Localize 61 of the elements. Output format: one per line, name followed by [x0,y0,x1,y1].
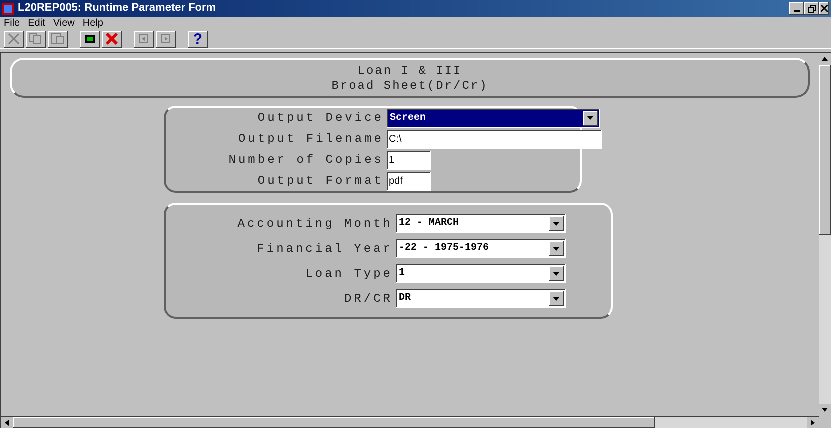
dropdown-button[interactable] [549,266,564,281]
report-title: Loan I & III [358,64,462,76]
dropdown-field[interactable]: Screen [387,108,600,128]
field-value: 1 [398,267,406,281]
caret-icon [553,296,560,300]
caret-icon [553,246,560,250]
scroll-up-icon [822,57,828,61]
caret-icon [553,222,560,226]
menu-item[interactable]: Help [82,18,104,28]
field-value: 1 [388,154,395,168]
window-title: L20REP005: Runtime Parameter Form [18,1,218,16]
field-label: Number of Copies [228,152,384,169]
dropdown-field[interactable]: DR [396,289,566,308]
menu-item[interactable]: Edit [28,18,46,28]
field-label: Output Device [256,110,384,127]
restore-icon [808,4,816,12]
close-icon [820,5,828,12]
toolbar-button[interactable] [102,30,122,48]
caret-icon [553,272,560,276]
close-button[interactable] [819,2,829,15]
text-field[interactable]: 1 [387,150,431,170]
menu-item[interactable]: View [53,18,75,28]
toolbar-button[interactable]: ? [188,30,208,48]
field-value: Screen [389,112,428,126]
field-label: DR/CR [343,290,393,308]
dropdown-field[interactable]: -22 - 1975-1976 [396,239,566,258]
vertical-scrollbar[interactable] [819,53,831,428]
field-value: 12 - MARCH [398,217,460,231]
next-icon [161,34,171,44]
scroll-down-icon [822,408,828,412]
dropdown-field[interactable]: 12 - MARCH [396,214,566,233]
dropdown-button[interactable] [583,110,598,126]
minimize-icon [794,10,800,12]
toolbar-button[interactable] [80,30,100,48]
close-icon [105,33,119,45]
dropdown-button[interactable] [549,241,564,256]
dropdown-button[interactable] [549,291,564,306]
horizontal-scrollbar[interactable] [1,416,819,428]
report-subtitle: Broad Sheet(Dr/Cr) [332,80,488,92]
scroll-right-icon [811,420,815,426]
text-field[interactable]: pdf [387,172,431,190]
field-label: Financial Year [256,240,393,258]
restore-button[interactable] [804,2,819,15]
text-field[interactable]: C:\ [387,130,602,148]
dropdown-button[interactable] [549,216,564,231]
app-icon [2,2,14,14]
previous-icon [139,34,149,44]
field-value: DR [398,292,412,306]
field-label: Accounting Month [236,216,393,232]
dropdown-field[interactable]: 1 [396,264,566,283]
field-label: Output Filename [237,131,384,148]
field-label: Loan Type [304,266,393,282]
scroll-left-icon [5,420,9,426]
minimize-button[interactable] [789,2,804,15]
field-value: pdf [388,174,403,188]
field-value: -22 - 1975-1976 [398,242,490,256]
caret-icon [587,116,594,120]
copy-icon [29,33,43,45]
field-label: Output Format [256,173,384,190]
menu-item[interactable]: File [4,18,20,28]
field-value: C:\ [388,132,402,146]
